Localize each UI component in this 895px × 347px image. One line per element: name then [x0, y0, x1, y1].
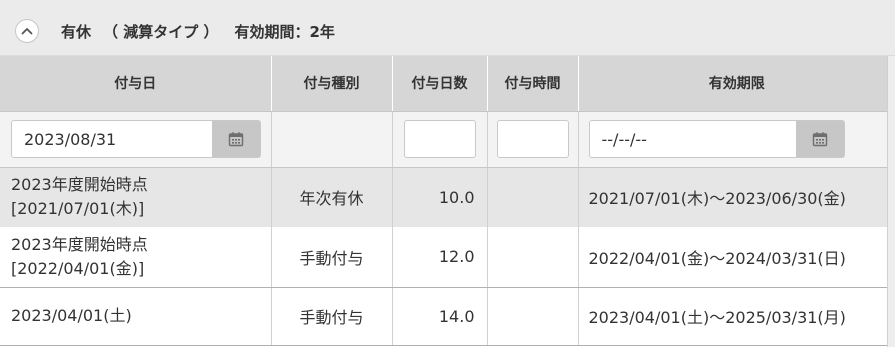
expiry-date-value[interactable]: --/--/-- — [590, 130, 797, 149]
calendar-icon — [228, 132, 243, 147]
table-scroll-edge — [887, 56, 895, 347]
expiry-period-cell: 2023/04/01(土)～2025/03/31(月) — [578, 287, 895, 346]
leave-grant-table: 付与日 付与種別 付与日数 付与時間 有効期限 2023/08/31 --/--… — [0, 56, 895, 346]
chevron-up-icon — [21, 28, 33, 35]
expiry-period-cell: 2022/04/01(金)～2024/03/31(日) — [578, 227, 895, 288]
grant-date-calendar-button[interactable] — [211, 121, 260, 157]
column-header-row: 付与日 付与種別 付与日数 付与時間 有効期限 — [0, 56, 895, 112]
column-header-grant-type: 付与種別 — [271, 56, 393, 112]
grant-date-cell: 2023/08/31 — [0, 111, 272, 168]
input-row: 2023/08/31 --/--/-- — [0, 111, 895, 168]
grant-days-cell: 10.0 — [392, 167, 488, 227]
grant-date-field[interactable]: 2023/08/31 — [11, 120, 261, 158]
grant-date-line1: 2023/04/01(土) — [11, 306, 132, 325]
grant-type-cell: 手動付与 — [271, 227, 393, 288]
column-header-grant-days: 付与日数 — [392, 56, 488, 112]
table-row[interactable]: 2023年度開始時点 [2021/07/01(木)] 年次有休 10.0 202… — [0, 167, 895, 227]
leave-panel-header: 有休 （ 減算タイプ ） 有効期間：2年 — [0, 0, 895, 56]
calendar-icon — [812, 132, 828, 147]
column-header-expiry: 有効期限 — [578, 56, 895, 112]
grant-time-cell — [487, 287, 579, 346]
table-row[interactable]: 2023/04/01(土) 手動付与 14.0 2023/04/01(土)～20… — [0, 287, 895, 346]
grant-time-cell — [487, 167, 579, 227]
grant-date-line2: [2021/07/01(木)] — [11, 199, 145, 219]
leave-type-label: 有休 — [61, 23, 92, 41]
grant-days-input[interactable] — [403, 120, 476, 158]
expiry-calendar-button[interactable] — [796, 121, 844, 157]
expiry-date-field[interactable]: --/--/-- — [588, 120, 845, 158]
table-row[interactable]: 2023年度開始時点 [2022/04/01(金)] 手動付与 12.0 202… — [0, 227, 895, 288]
collapse-button[interactable] — [15, 19, 39, 43]
grant-date-cell: 2023/04/01(土) — [0, 287, 272, 346]
grant-date-line1: 2023年度開始時点 — [11, 234, 148, 254]
validity-label: 有効期間：2年 — [234, 23, 335, 41]
grant-date-line2: [2022/04/01(金)] — [11, 258, 145, 278]
grant-date-cell: 2023年度開始時点 [2021/07/01(木)] — [0, 167, 272, 227]
panel-title: 有休 （ 減算タイプ ） 有効期間：2年 — [61, 19, 335, 45]
grant-time-cell — [487, 227, 579, 288]
column-header-grant-time: 付与時間 — [487, 56, 579, 112]
calc-type-label: （ 減算タイプ ） — [103, 23, 219, 41]
grant-days-cell: 12.0 — [392, 227, 488, 288]
grant-days-cell: 14.0 — [392, 287, 488, 346]
grant-time-input[interactable] — [496, 120, 569, 158]
grant-date-value[interactable]: 2023/08/31 — [12, 130, 212, 149]
expiry-input-cell: --/--/-- — [578, 111, 895, 168]
expiry-period-cell: 2021/07/01(木)～2023/06/30(金) — [578, 167, 895, 227]
grant-date-cell: 2023年度開始時点 [2022/04/01(金)] — [0, 227, 272, 288]
grant-time-input-cell — [487, 111, 579, 168]
grant-date-line1: 2023年度開始時点 — [11, 175, 148, 195]
grant-type-cell: 手動付与 — [271, 287, 393, 346]
grant-type-input-cell — [271, 111, 393, 168]
grant-type-cell: 年次有休 — [271, 167, 393, 227]
grant-days-input-cell — [392, 111, 488, 168]
column-header-grant-date: 付与日 — [0, 56, 272, 112]
